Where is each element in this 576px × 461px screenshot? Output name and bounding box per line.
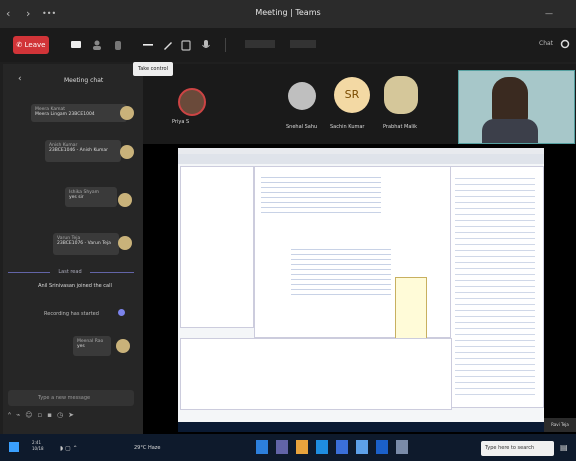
autocomplete-popup — [395, 277, 427, 345]
participant-name: Snehal Sahu — [286, 124, 318, 130]
chat-message: Meera Kamat Meera Lingam 23BCE1004 — [31, 104, 127, 122]
toolbar-divider — [225, 38, 226, 52]
app-icon-settings[interactable] — [396, 440, 408, 454]
collapse-icon[interactable]: ‹ — [18, 74, 22, 84]
chat-message: Varun Teja 23BCE1076 - Varun Teja — [53, 233, 119, 255]
participant-initials[interactable]: SR — [334, 77, 370, 113]
app-icon-explorer[interactable] — [256, 440, 268, 454]
avatar — [120, 106, 134, 120]
ide-left-pane — [180, 166, 254, 328]
chat-toggle[interactable]: Chat — [539, 40, 553, 47]
leave-button[interactable]: ✆ Leave — [13, 36, 49, 54]
clock: 2:41 10/18 — [32, 440, 44, 452]
presenter-video[interactable] — [458, 70, 575, 144]
shared-taskbar — [178, 422, 544, 432]
app-icon-files[interactable] — [296, 440, 308, 454]
attach-icon[interactable]: ⌁ — [16, 411, 25, 419]
system-message: Anil Srinivasan joined the call — [38, 283, 112, 289]
ide-outline-pane — [450, 166, 544, 408]
apps-button[interactable] — [290, 40, 316, 48]
clock-date: 10/18 — [32, 446, 44, 451]
avatar — [118, 236, 132, 250]
tooltip: Take control — [133, 62, 173, 76]
taskbar-search[interactable]: Type here to search — [481, 441, 554, 456]
person-shoulders — [482, 119, 538, 143]
avatar — [116, 339, 130, 353]
ide-editor — [254, 166, 452, 345]
more-actions-icon[interactable] — [142, 39, 154, 51]
app-icon-mail[interactable] — [356, 440, 368, 454]
recording-icon — [118, 309, 125, 316]
recording-text: Recording has started — [44, 311, 99, 317]
tray-icons[interactable]: ◗ ▢ ⌃ — [60, 445, 78, 452]
pen-icon[interactable] — [162, 39, 174, 51]
app-icon-store[interactable] — [336, 440, 348, 454]
window-title: Meeting | Teams — [255, 8, 321, 17]
app-icon-word[interactable] — [376, 440, 388, 454]
message-text: 23BCE1046 - Anish Kumar — [49, 148, 109, 153]
minimize-icon[interactable]: — — [545, 9, 553, 18]
participant-name: Prabhat Malik — [383, 124, 418, 130]
format-icon[interactable]: ᴬ — [8, 411, 16, 419]
participant-avatar[interactable] — [178, 88, 206, 116]
app-icon-teams[interactable] — [276, 440, 288, 454]
settings-icon[interactable] — [560, 39, 570, 49]
avatar — [118, 193, 132, 207]
meeting-toolbar — [0, 28, 576, 62]
gif-icon[interactable]: ▫ — [38, 411, 48, 419]
sticker-icon[interactable]: ▪ — [47, 411, 57, 419]
message-text: Meera Lingam 23BCE1004 — [35, 112, 95, 117]
message-text: yes sir — [69, 195, 84, 200]
mic-icon[interactable] — [200, 39, 212, 51]
participant-avatar[interactable] — [384, 76, 418, 114]
raise-hand-icon[interactable] — [112, 39, 124, 51]
chat-message: Ishika Shyam yes sir — [65, 187, 117, 207]
message-text: 23BCE1076 - Varun Teja — [57, 241, 111, 246]
participant-name: Priya S — [172, 119, 190, 125]
camera-icon[interactable] — [180, 39, 192, 51]
chat-title: Meeting chat — [64, 77, 104, 84]
title-bar: ‹ › ••• Meeting | Teams — — [0, 0, 576, 28]
outline-tree — [455, 173, 535, 399]
app-icon-edge[interactable] — [316, 440, 328, 454]
chat-header: ‹ Meeting chat — [4, 66, 142, 90]
people-icon[interactable] — [91, 39, 103, 51]
send-icon[interactable]: ➤ — [68, 411, 79, 419]
ide-console — [180, 338, 452, 410]
message-text: yes — [77, 344, 85, 349]
weather-widget[interactable]: 29°C Haze — [134, 445, 160, 451]
phone-icon: ✆ — [16, 41, 23, 49]
divider-label: Last read — [50, 269, 90, 275]
chat-message: Anish Kumar 23BCE1046 - Anish Kumar — [45, 140, 121, 162]
windows-start-icon[interactable] — [9, 442, 19, 452]
participant-avatar[interactable] — [288, 82, 316, 110]
ide-toolbar — [178, 154, 544, 164]
chat-icon[interactable] — [70, 39, 82, 51]
code-lines — [261, 173, 381, 213]
chat-message: Meenal Rao yes — [73, 336, 111, 356]
schedule-icon[interactable]: ◷ — [57, 411, 68, 419]
chat-compose-input[interactable]: Type a new message — [8, 390, 134, 406]
avatar — [120, 145, 134, 159]
presenter-label: Ravi Teja — [544, 418, 576, 432]
compose-toolbar: ᴬ⌁☺▫▪◷➤ — [8, 411, 138, 423]
code-lines — [291, 245, 391, 295]
participant-name: Sachin Kumar — [330, 124, 365, 130]
emoji-icon[interactable]: ☺ — [25, 411, 37, 419]
notification-icon[interactable]: ▤ — [560, 443, 568, 452]
share-button[interactable] — [245, 40, 275, 48]
shared-ide-window — [178, 148, 544, 422]
person-silhouette — [492, 77, 528, 125]
